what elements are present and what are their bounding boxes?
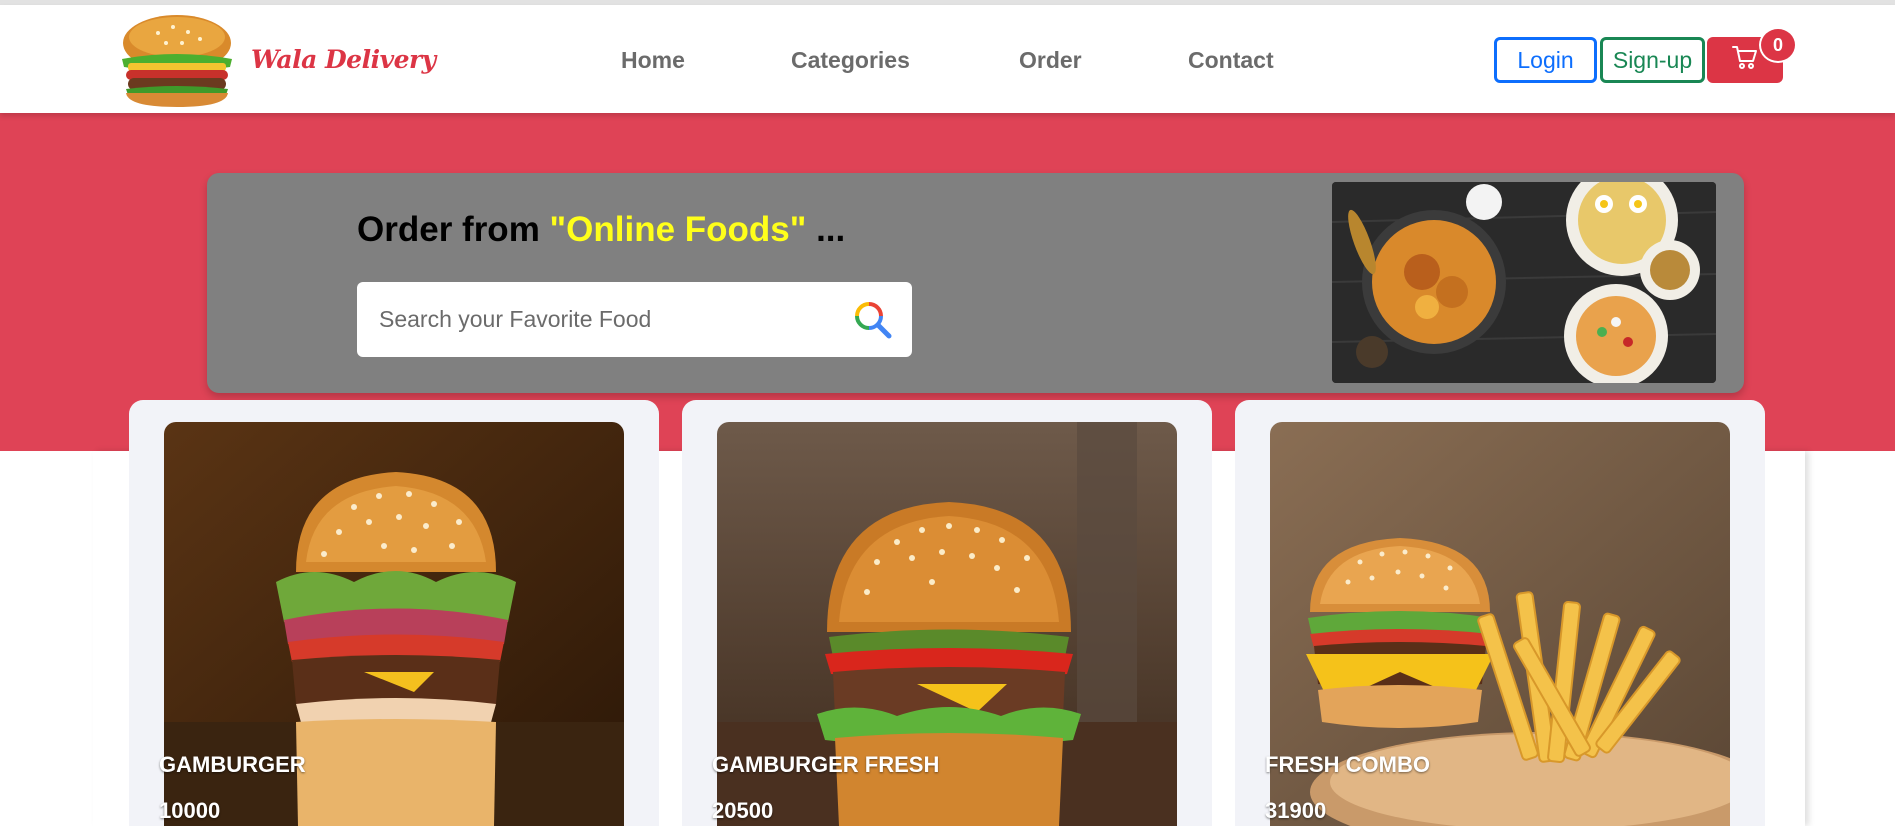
signup-button[interactable]: Sign-up (1600, 37, 1705, 83)
food-platter-image (1332, 182, 1716, 383)
headline-suffix: ... (806, 210, 846, 249)
product-price: 20500 (712, 798, 774, 823)
nav-order[interactable]: Order (1019, 47, 1082, 74)
product-price: 10000 (159, 798, 221, 823)
product-name: GAMBURGER (159, 752, 306, 777)
headline-highlight: "Online Foods" (549, 210, 807, 249)
nav-contact[interactable]: Contact (1188, 47, 1274, 74)
headline-prefix: Order from (357, 210, 550, 249)
search-icon[interactable] (853, 300, 893, 340)
product-card[interactable]: GAMBURGER FRESH 20500 (682, 400, 1212, 826)
product-card[interactable]: FRESH COMBO 31900 (1235, 400, 1765, 826)
cart-count-badge: 0 (1759, 27, 1797, 63)
navbar: Wala Delivery Home Categories Order Cont… (0, 5, 1895, 113)
search-input[interactable] (379, 282, 849, 357)
login-button[interactable]: Login (1494, 37, 1597, 83)
burger-logo-icon[interactable] (118, 13, 236, 109)
product-card[interactable]: GAMBURGER 10000 (129, 400, 659, 826)
nav-home[interactable]: Home (621, 47, 685, 74)
nav-categories[interactable]: Categories (791, 47, 910, 74)
product-price: 31900 (1265, 798, 1327, 823)
cart-icon (1732, 45, 1758, 75)
brand-name[interactable]: Wala Delivery (251, 45, 436, 74)
product-name: FRESH COMBO (1265, 752, 1430, 777)
product-name: GAMBURGER FRESH (712, 752, 940, 777)
search-box (357, 282, 912, 357)
hero-headline: Order from "Online Foods" ... (357, 210, 845, 250)
